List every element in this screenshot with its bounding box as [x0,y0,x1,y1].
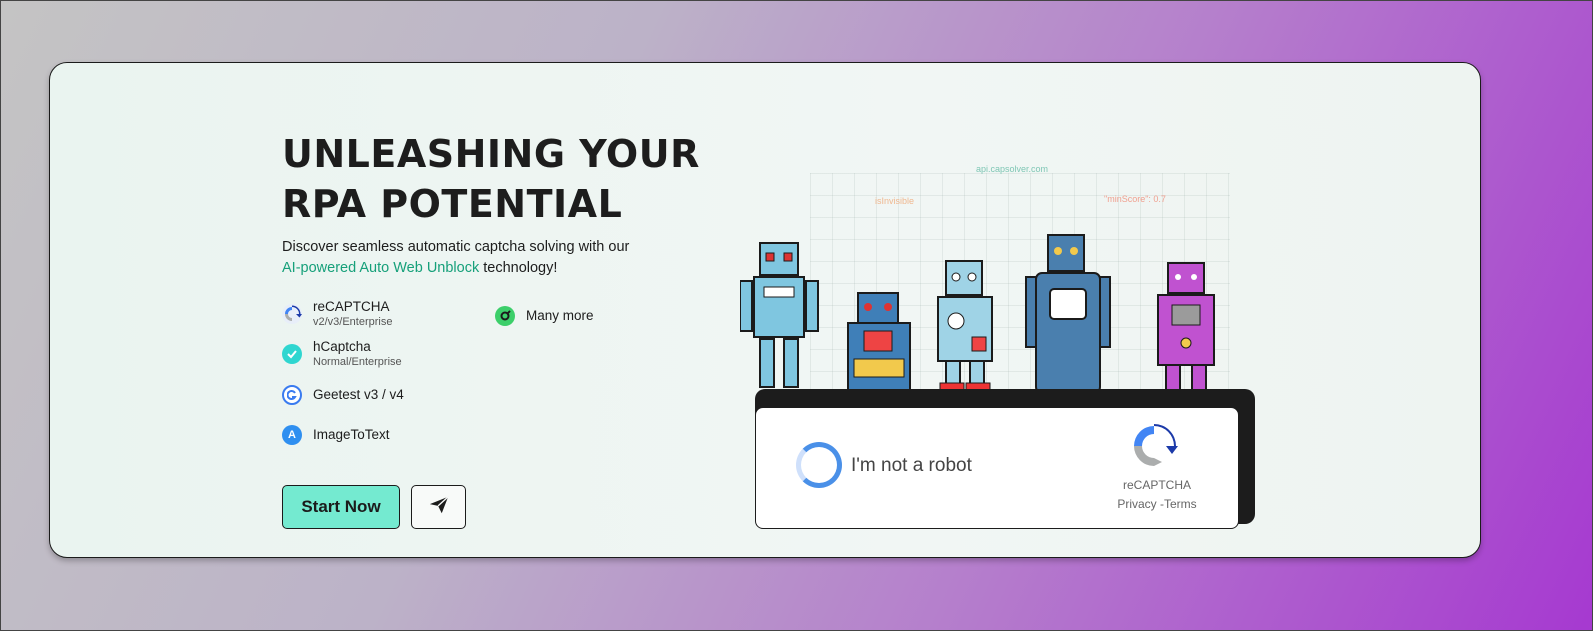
start-now-button[interactable]: Start Now [282,485,400,529]
feature-name: hCaptcha [313,339,371,354]
feature-name: Geetest v3 / v4 [313,387,404,402]
robot-steel-blue [1025,234,1111,394]
recaptcha-checkbox-label: I'm not a robot [851,455,972,476]
recaptcha-logo-icon [1130,422,1178,474]
subtitle-tail-text: technology! [479,260,558,276]
feature-recaptcha: reCAPTCHA v2/v3/Enterprise [282,299,392,329]
recaptcha-widget: I'm not a robot reCAPTCHA Privacy -Terms [755,407,1239,529]
recaptcha-checkbox-spinner[interactable] [796,442,842,488]
hero-card: UNLEASHING YOUR RPA POTENTIAL Discover s… [49,62,1481,558]
hero-title-line1: UNLEASHING YOUR [282,132,700,176]
feature-name: ImageToText [313,427,390,442]
recaptcha-links[interactable]: Privacy -Terms [1096,497,1218,511]
robot-blue-box [847,292,911,394]
feature-name: reCAPTCHA [313,299,390,314]
feature-hcaptcha: hCaptcha Normal/Enterprise [282,339,402,369]
robots-illustration [740,234,1215,394]
min-score-label: "minScore": 0.7 [1104,194,1166,204]
recaptcha-icon [282,304,302,324]
feature-geetest: Geetest v3 / v4 [282,385,404,405]
hero-title: UNLEASHING YOUR RPA POTENTIAL [282,129,702,229]
feature-name: Many more [526,308,594,323]
imagetotext-icon: A [282,425,302,445]
geetest-icon [282,385,302,405]
hcaptcha-icon [282,344,302,364]
hero-title-line2: RPA POTENTIAL [282,182,623,226]
feature-imagetotext: A ImageToText [282,425,390,445]
paper-plane-icon [428,494,450,520]
feature-sub: v2/v3/Enterprise [313,316,393,328]
robot-magenta [1157,262,1215,394]
robot-light-cyan [937,260,993,392]
invisible-label: isInvisible [875,196,915,206]
many-more-icon [495,306,515,326]
recaptcha-brand: reCAPTCHA [1122,478,1191,492]
subtitle-text: Discover seamless automatic captcha solv… [282,239,630,255]
api-label: api.capsolver.com [976,164,1049,174]
robot-light-blue [740,242,819,388]
subtitle-accent-text: AI-powered Auto Web Unblock [282,260,480,276]
hero-subtitle: Discover seamless automatic captcha solv… [282,237,702,279]
send-button[interactable] [411,485,466,529]
feature-many-more: Many more [495,306,594,326]
feature-sub: Normal/Enterprise [313,356,402,368]
